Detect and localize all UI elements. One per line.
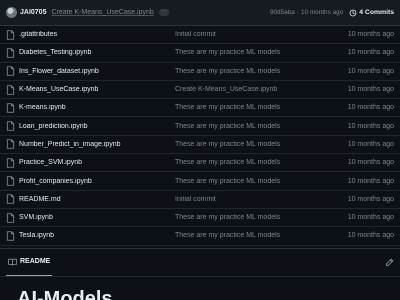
readme-title: AI-Models (17, 288, 113, 300)
file-row[interactable]: SVM.ipynb These are my practice ML models… (0, 208, 400, 228)
readme-content: AI-Models (0, 276, 400, 300)
file-commit-time: 10 months ago (347, 104, 394, 112)
file-name-link[interactable]: Practice_SVM.ipynb (19, 159, 175, 166)
file-row[interactable]: K-Means_UseCase.ipynb Create K-Means_UseC… (0, 80, 400, 100)
file-name-link[interactable]: SVM.ipynb (19, 214, 175, 221)
commit-time: 10 months ago (300, 9, 344, 16)
book-icon (8, 258, 17, 266)
file-name-link[interactable]: .gitattributes (19, 31, 175, 38)
file-commit-time: 10 months ago (347, 49, 394, 57)
file-icon (6, 176, 15, 186)
latest-commit-bar: JAI0705 Create K-Means_UseCase.ipynb ···… (0, 0, 400, 26)
commit-hash-link[interactable]: 90d5aba (270, 9, 295, 16)
readme-tab-label: README (20, 258, 51, 265)
file-commit-message-link[interactable]: Create K-Means_UseCase.ipynb (175, 86, 348, 93)
file-commit-message-link[interactable]: Initial commit (175, 196, 348, 203)
avatar[interactable] (6, 7, 17, 18)
file-icon (6, 231, 15, 241)
file-commit-time: 10 months ago (347, 214, 394, 222)
commits-history-link[interactable]: 4 Commits (349, 9, 394, 17)
file-row[interactable]: Iris_Flower_dataset.ipynb These are my pr… (0, 62, 400, 81)
file-commit-message-link[interactable]: These are my practice ML models (175, 141, 348, 148)
file-commit-message-link[interactable]: These are my practice ML models (175, 232, 348, 239)
file-commit-time: 10 months ago (347, 177, 394, 185)
commit-details-toggle-button[interactable]: ··· (158, 8, 169, 16)
file-icon (6, 29, 15, 40)
file-row[interactable]: Tesla.ipynb These are my practice ML mode… (0, 227, 400, 246)
file-name-link[interactable]: Number_Predict_in_image.ipynb (19, 141, 175, 148)
file-icon (6, 66, 15, 76)
file-commit-time: 10 months ago (347, 67, 394, 75)
file-icon (6, 212, 15, 223)
commit-message-link[interactable]: Create K-Means_UseCase.ipynb (51, 9, 153, 16)
file-icon (6, 139, 15, 150)
file-row[interactable]: Practice_SVM.ipynb These are my practice … (0, 154, 400, 173)
file-icon (6, 194, 15, 204)
file-commit-time: 10 months ago (347, 159, 394, 167)
commits-count-label: 4 Commits (359, 9, 394, 16)
file-commit-message-link[interactable]: These are my practice ML models (175, 49, 348, 56)
file-row[interactable]: K-means.ipynb These are my practice ML mo… (0, 99, 400, 118)
file-commit-time: 10 months ago (347, 86, 394, 94)
file-name-link[interactable]: Iris_Flower_dataset.ipynb (19, 68, 175, 75)
file-icon (6, 48, 15, 58)
file-icon (6, 84, 15, 95)
file-commit-message-link[interactable]: These are my practice ML models (175, 68, 348, 75)
file-name-link[interactable]: K-Means_UseCase.ipynb (19, 86, 175, 93)
readme-header: README (0, 248, 400, 277)
commit-author-link[interactable]: JAI0705 (20, 9, 46, 16)
file-commit-message-link[interactable]: These are my practice ML models (175, 214, 348, 221)
file-row[interactable]: Loan_prediction.ipynb These are my practi… (0, 117, 400, 136)
file-icon (6, 121, 15, 131)
file-name-link[interactable]: Tesla.ipynb (19, 232, 175, 239)
pencil-icon[interactable] (385, 258, 394, 267)
file-commit-message-link[interactable]: These are my practice ML models (175, 159, 348, 166)
file-commit-message-link[interactable]: These are my practice ML models (175, 104, 348, 111)
file-row[interactable]: .gitattributes Initial commit 10 months ag… (0, 26, 400, 45)
file-commit-time: 10 months ago (347, 31, 394, 39)
file-commit-time: 10 months ago (347, 232, 394, 240)
file-commit-time: 10 months ago (347, 140, 394, 148)
file-table: .gitattributes Initial commit 10 months ag… (0, 26, 400, 246)
file-commit-time: 10 months ago (347, 195, 394, 203)
file-row[interactable]: README.md Initial commit 10 months ago (0, 190, 400, 209)
file-commit-message-link[interactable]: These are my practice ML models (175, 123, 348, 130)
file-name-link[interactable]: Profit_companies.ipynb (19, 178, 175, 185)
file-name-link[interactable]: Diabetes_Testing.ipynb (19, 49, 175, 56)
readme-tab[interactable]: README (6, 249, 53, 277)
file-name-link[interactable]: Loan_prediction.ipynb (19, 123, 175, 130)
file-icon (6, 158, 15, 168)
file-row[interactable]: Number_Predict_in_image.ipynb These are m… (0, 135, 400, 155)
file-row[interactable]: Diabetes_Testing.ipynb These are my pract… (0, 44, 400, 63)
file-row[interactable]: Profit_companies.ipynb These are my pract… (0, 172, 400, 191)
repository-file-browser: JAI0705 Create K-Means_UseCase.ipynb ···… (0, 0, 400, 300)
file-commit-message-link[interactable]: Initial commit (175, 31, 348, 38)
file-commit-time: 10 months ago (347, 122, 394, 130)
clock-history-icon (349, 9, 357, 16)
file-icon (6, 103, 15, 113)
file-name-link[interactable]: README.md (19, 196, 175, 203)
file-name-link[interactable]: K-means.ipynb (19, 104, 175, 111)
file-commit-message-link[interactable]: These are my practice ML models (175, 178, 348, 185)
commit-separator: · (296, 9, 299, 16)
